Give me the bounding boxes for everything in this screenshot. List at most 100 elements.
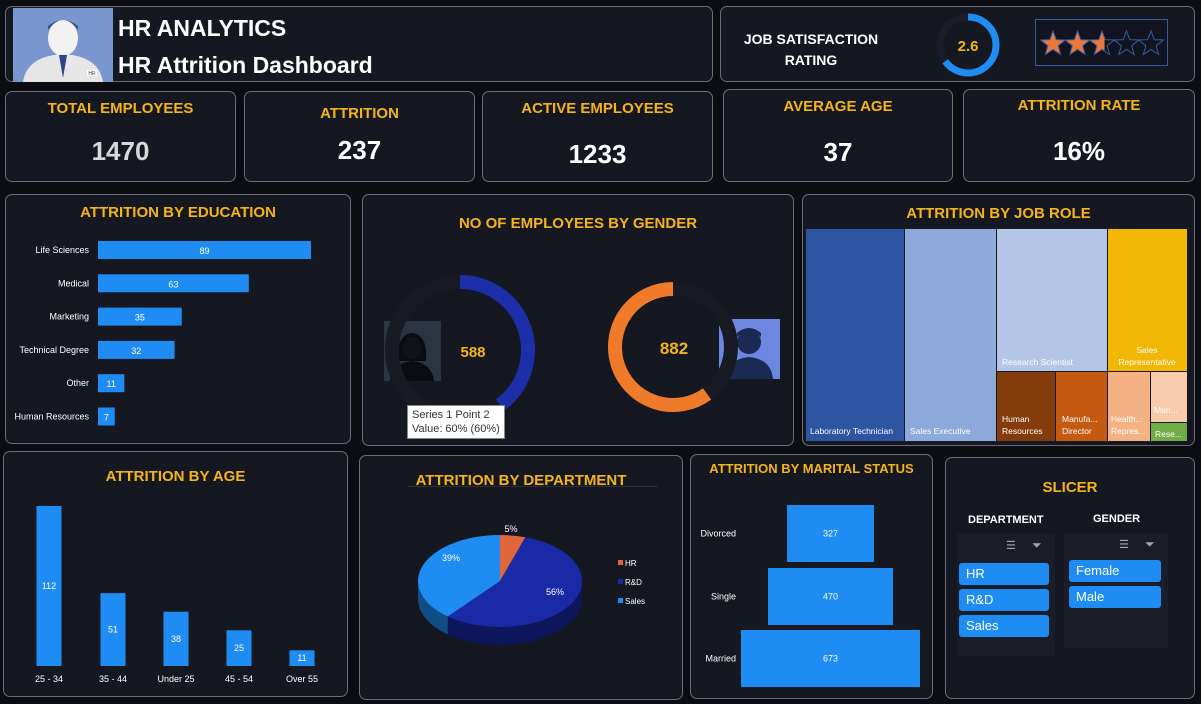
category-label: 35 - 44	[99, 674, 127, 684]
multi-select-icon[interactable]: ☰	[1119, 538, 1129, 551]
treemap-tile	[905, 229, 996, 441]
slicer-item-hr[interactable]: HR	[959, 563, 1049, 585]
data-label: 32	[131, 346, 141, 356]
kpi-active-employees: ACTIVE EMPLOYEES 1233	[482, 91, 713, 182]
kpi-average-age: AVERAGE AGE 37	[723, 89, 953, 182]
kpi-attrition-rate: ATTRITION RATE 16%	[963, 89, 1195, 182]
category-label: 25 - 34	[35, 674, 63, 684]
marital-chart-panel: ATTRITION BY MARITAL STATUS 327 Divorced 4…	[690, 454, 933, 699]
slicer-title: SLICER	[1042, 479, 1098, 496]
slice-label: 5%	[504, 524, 517, 534]
category-label: Marketing	[49, 312, 89, 322]
department-slicer: ☰ ⏷ HR R&D Sales	[957, 534, 1055, 656]
slicer-item-male[interactable]: Male	[1069, 586, 1161, 608]
category-label: Under 25	[157, 674, 194, 684]
education-chart-panel: ATTRITION BY EDUCATION Life Sciences 89 Me…	[5, 194, 351, 444]
legend-label: R&D	[625, 578, 642, 587]
legend-label: HR	[625, 559, 637, 568]
kpi-value: 1470	[91, 136, 150, 166]
data-label: 11	[106, 379, 115, 389]
kpi-value: 1233	[568, 139, 627, 169]
data-label: 673	[823, 654, 838, 664]
star-rating	[1035, 19, 1168, 66]
kpi-value: 37	[823, 137, 853, 167]
slicer-item-female[interactable]: Female	[1069, 560, 1161, 582]
legend-swatch	[618, 560, 623, 565]
treemap-tile	[997, 229, 1107, 371]
age-chart-panel: ATTRITION BY AGE 112 25 - 34 51 35 - 44 38 Un…	[3, 451, 348, 697]
treemap-tile	[806, 229, 904, 441]
age-chart: 112 25 - 34 51 35 - 44 38 Under 25 25 45 - 54 11…	[35, 506, 318, 684]
category-label: Divorced	[700, 529, 736, 539]
chart-title: ATTRITION BY EDUCATION	[80, 204, 276, 221]
male-count: 882	[660, 339, 688, 358]
kpi-value: 16%	[1052, 136, 1106, 166]
category-label: Married	[705, 654, 736, 664]
rating-label: JOB SATISFACTION RATING	[741, 29, 881, 71]
kpi-title: AVERAGE AGE	[783, 98, 893, 115]
clear-filter-icon[interactable]: ⏷	[1032, 538, 1042, 553]
rating-gauge: 2.6	[936, 13, 1000, 77]
kpi-value: 237	[337, 135, 382, 165]
category-label: Life Sciences	[35, 245, 89, 255]
data-label: 35	[135, 313, 145, 323]
gender-slicer-label: GENDER	[1093, 513, 1141, 525]
department-chart-panel: ATTRITION BY DEPARTMENT 5% 56% 39% HR R&D Sal…	[359, 455, 683, 700]
category-label: Other	[66, 378, 89, 388]
star-5	[1137, 29, 1165, 56]
data-label: 89	[199, 246, 209, 256]
kpi-total-employees: TOTAL EMPLOYEES 1470	[5, 91, 236, 182]
treemap-label: Rese...	[1155, 429, 1182, 439]
app-title: HR ANALYTICS	[118, 15, 287, 41]
slice-label: 56%	[546, 587, 564, 597]
gender-slicer: ☰ ⏷ Female Male	[1064, 534, 1168, 648]
data-label: 11	[297, 653, 306, 663]
hr-avatar-icon: HR	[13, 8, 113, 82]
treemap-label: Man...	[1154, 405, 1178, 415]
dashboard-subtitle: HR Attrition Dashboard	[118, 52, 373, 78]
data-label: 327	[823, 529, 838, 539]
star-1	[1039, 29, 1067, 56]
rating-value: 2.6	[958, 38, 979, 55]
slice-label: 39%	[442, 553, 460, 563]
legend-label: Sales	[625, 597, 645, 606]
data-label: 63	[168, 279, 178, 289]
data-label: 470	[823, 592, 838, 602]
rating-label-line2: RATING	[784, 52, 838, 68]
kpi-title: ATTRITION	[320, 105, 399, 122]
department-chart: 5% 56% 39% HR R&D Sales	[418, 524, 645, 645]
treemap-label: Research Scientist	[1002, 357, 1074, 367]
chart-title: ATTRITION BY JOB ROLE	[906, 205, 1091, 222]
tooltip-line1: Series 1 Point 2	[412, 409, 490, 421]
star-4	[1112, 29, 1141, 56]
category-label: Technical Degree	[19, 345, 89, 355]
data-label: 7	[104, 413, 109, 423]
slicer-item-sales[interactable]: Sales	[959, 615, 1049, 637]
kpi-title: ACTIVE EMPLOYEES	[521, 100, 674, 117]
rating-panel: JOB SATISFACTION RATING 2.6	[720, 6, 1195, 82]
rating-label-line1: JOB SATISFACTION	[743, 31, 879, 47]
multi-select-icon[interactable]: ☰	[1006, 539, 1016, 552]
category-label: Over 55	[286, 674, 318, 684]
legend-swatch	[618, 579, 623, 584]
kpi-title: TOTAL EMPLOYEES	[47, 100, 194, 117]
slicer-panel: SLICER DEPARTMENT GENDER ☰ ⏷ HR R&D Sale…	[945, 457, 1195, 699]
data-label: 25	[234, 643, 244, 653]
data-label: 51	[108, 625, 118, 635]
category-label: Medical	[58, 278, 89, 288]
category-label: Human Resources	[14, 412, 89, 422]
female-count: 588	[460, 344, 485, 361]
jobrole-chart-panel: ATTRITION BY JOB ROLE Laboratory Technic…	[802, 194, 1195, 446]
gender-chart-panel: NO OF EMPLOYEES BY GENDER 588 882 Series …	[362, 194, 794, 446]
chart-tooltip: Series 1 Point 2 Value: 60% (60%)	[407, 405, 505, 439]
kpi-title: ATTRITION RATE	[1017, 97, 1141, 114]
slicer-item-rd[interactable]: R&D	[959, 589, 1049, 611]
tooltip-line2: Value: 60% (60%)	[412, 423, 500, 435]
clear-filter-icon[interactable]: ⏷	[1145, 537, 1155, 552]
kpi-attrition: ATTRITION 237	[244, 91, 475, 182]
header-panel: HR HR ANALYTICS HR Attrition Dashboard	[5, 6, 713, 82]
data-label: 112	[42, 581, 56, 591]
category-label: 45 - 54	[225, 674, 253, 684]
treemap-label: Laboratory Technician	[810, 426, 893, 436]
department-slicer-label: DEPARTMENT	[968, 514, 1044, 526]
